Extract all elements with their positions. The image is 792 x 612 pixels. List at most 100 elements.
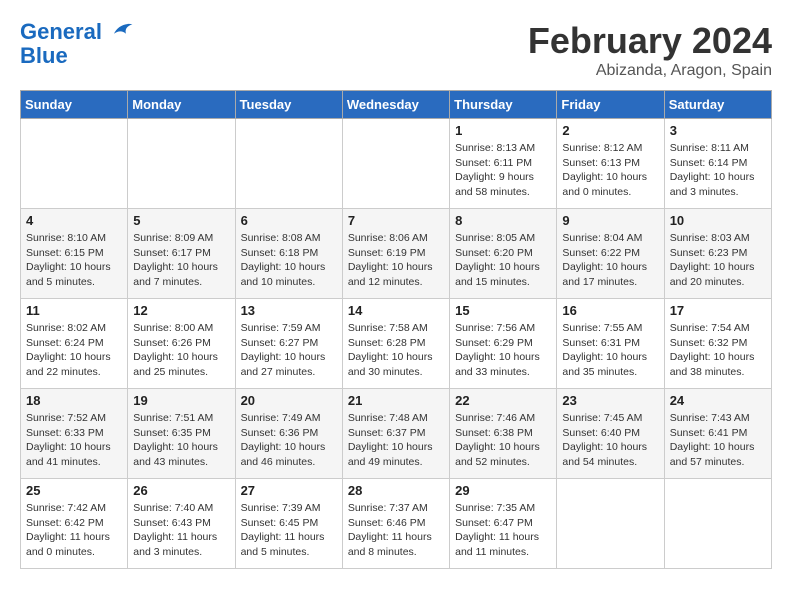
day-detail: Sunrise: 7:46 AMSunset: 6:38 PMDaylight:…	[455, 411, 551, 470]
calendar-cell: 18 Sunrise: 7:52 AMSunset: 6:33 PMDaylig…	[21, 389, 128, 479]
day-number: 9	[562, 213, 658, 228]
day-detail: Sunrise: 8:13 AMSunset: 6:11 PMDaylight:…	[455, 141, 551, 200]
calendar-table: SundayMondayTuesdayWednesdayThursdayFrid…	[20, 90, 772, 569]
calendar-cell: 8 Sunrise: 8:05 AMSunset: 6:20 PMDayligh…	[450, 209, 557, 299]
calendar-cell: 27 Sunrise: 7:39 AMSunset: 6:45 PMDaylig…	[235, 479, 342, 569]
day-detail: Sunrise: 7:56 AMSunset: 6:29 PMDaylight:…	[455, 321, 551, 380]
day-detail: Sunrise: 7:37 AMSunset: 6:46 PMDaylight:…	[348, 501, 444, 560]
calendar-cell: 23 Sunrise: 7:45 AMSunset: 6:40 PMDaylig…	[557, 389, 664, 479]
day-number: 17	[670, 303, 766, 318]
day-detail: Sunrise: 8:04 AMSunset: 6:22 PMDaylight:…	[562, 231, 658, 290]
day-number: 5	[133, 213, 229, 228]
day-detail: Sunrise: 8:05 AMSunset: 6:20 PMDaylight:…	[455, 231, 551, 290]
day-detail: Sunrise: 7:49 AMSunset: 6:36 PMDaylight:…	[241, 411, 337, 470]
day-number: 3	[670, 123, 766, 138]
calendar-cell: 14 Sunrise: 7:58 AMSunset: 6:28 PMDaylig…	[342, 299, 449, 389]
day-detail: Sunrise: 7:58 AMSunset: 6:28 PMDaylight:…	[348, 321, 444, 380]
day-detail: Sunrise: 7:59 AMSunset: 6:27 PMDaylight:…	[241, 321, 337, 380]
day-number: 25	[26, 483, 122, 498]
calendar-cell: 16 Sunrise: 7:55 AMSunset: 6:31 PMDaylig…	[557, 299, 664, 389]
calendar-header-saturday: Saturday	[664, 91, 771, 119]
day-number: 14	[348, 303, 444, 318]
day-detail: Sunrise: 7:40 AMSunset: 6:43 PMDaylight:…	[133, 501, 229, 560]
day-number: 24	[670, 393, 766, 408]
day-detail: Sunrise: 8:03 AMSunset: 6:23 PMDaylight:…	[670, 231, 766, 290]
logo-bird-icon	[110, 19, 134, 39]
calendar-week-row: 25 Sunrise: 7:42 AMSunset: 6:42 PMDaylig…	[21, 479, 772, 569]
day-detail: Sunrise: 7:39 AMSunset: 6:45 PMDaylight:…	[241, 501, 337, 560]
calendar-cell: 5 Sunrise: 8:09 AMSunset: 6:17 PMDayligh…	[128, 209, 235, 299]
day-detail: Sunrise: 8:10 AMSunset: 6:15 PMDaylight:…	[26, 231, 122, 290]
calendar-cell: 25 Sunrise: 7:42 AMSunset: 6:42 PMDaylig…	[21, 479, 128, 569]
day-detail: Sunrise: 7:45 AMSunset: 6:40 PMDaylight:…	[562, 411, 658, 470]
calendar-cell: 21 Sunrise: 7:48 AMSunset: 6:37 PMDaylig…	[342, 389, 449, 479]
calendar-header-thursday: Thursday	[450, 91, 557, 119]
month-title: February 2024	[528, 20, 772, 62]
calendar-week-row: 11 Sunrise: 8:02 AMSunset: 6:24 PMDaylig…	[21, 299, 772, 389]
day-number: 29	[455, 483, 551, 498]
calendar-cell: 17 Sunrise: 7:54 AMSunset: 6:32 PMDaylig…	[664, 299, 771, 389]
day-detail: Sunrise: 7:51 AMSunset: 6:35 PMDaylight:…	[133, 411, 229, 470]
calendar-cell: 7 Sunrise: 8:06 AMSunset: 6:19 PMDayligh…	[342, 209, 449, 299]
day-number: 21	[348, 393, 444, 408]
calendar-header-sunday: Sunday	[21, 91, 128, 119]
day-number: 28	[348, 483, 444, 498]
calendar-cell: 11 Sunrise: 8:02 AMSunset: 6:24 PMDaylig…	[21, 299, 128, 389]
day-number: 4	[26, 213, 122, 228]
day-number: 6	[241, 213, 337, 228]
calendar-cell: 2 Sunrise: 8:12 AMSunset: 6:13 PMDayligh…	[557, 119, 664, 209]
day-number: 11	[26, 303, 122, 318]
calendar-cell: 1 Sunrise: 8:13 AMSunset: 6:11 PMDayligh…	[450, 119, 557, 209]
day-detail: Sunrise: 7:35 AMSunset: 6:47 PMDaylight:…	[455, 501, 551, 560]
day-detail: Sunrise: 7:54 AMSunset: 6:32 PMDaylight:…	[670, 321, 766, 380]
day-number: 22	[455, 393, 551, 408]
calendar-cell: 26 Sunrise: 7:40 AMSunset: 6:43 PMDaylig…	[128, 479, 235, 569]
calendar-cell: 19 Sunrise: 7:51 AMSunset: 6:35 PMDaylig…	[128, 389, 235, 479]
day-number: 10	[670, 213, 766, 228]
calendar-cell: 24 Sunrise: 7:43 AMSunset: 6:41 PMDaylig…	[664, 389, 771, 479]
day-detail: Sunrise: 8:12 AMSunset: 6:13 PMDaylight:…	[562, 141, 658, 200]
day-detail: Sunrise: 8:00 AMSunset: 6:26 PMDaylight:…	[133, 321, 229, 380]
day-detail: Sunrise: 8:02 AMSunset: 6:24 PMDaylight:…	[26, 321, 122, 380]
day-detail: Sunrise: 7:52 AMSunset: 6:33 PMDaylight:…	[26, 411, 122, 470]
calendar-cell: 3 Sunrise: 8:11 AMSunset: 6:14 PMDayligh…	[664, 119, 771, 209]
calendar-cell: 12 Sunrise: 8:00 AMSunset: 6:26 PMDaylig…	[128, 299, 235, 389]
calendar-header-tuesday: Tuesday	[235, 91, 342, 119]
calendar-cell	[128, 119, 235, 209]
calendar-cell: 15 Sunrise: 7:56 AMSunset: 6:29 PMDaylig…	[450, 299, 557, 389]
title-block: February 2024 Abizanda, Aragon, Spain	[528, 20, 772, 80]
day-number: 12	[133, 303, 229, 318]
day-number: 13	[241, 303, 337, 318]
calendar-header-friday: Friday	[557, 91, 664, 119]
location: Abizanda, Aragon, Spain	[528, 62, 772, 80]
calendar-header-monday: Monday	[128, 91, 235, 119]
day-number: 27	[241, 483, 337, 498]
day-number: 16	[562, 303, 658, 318]
logo: General Blue	[20, 20, 134, 68]
day-number: 20	[241, 393, 337, 408]
calendar-cell: 29 Sunrise: 7:35 AMSunset: 6:47 PMDaylig…	[450, 479, 557, 569]
calendar-cell: 10 Sunrise: 8:03 AMSunset: 6:23 PMDaylig…	[664, 209, 771, 299]
calendar-cell: 22 Sunrise: 7:46 AMSunset: 6:38 PMDaylig…	[450, 389, 557, 479]
logo-blue: Blue	[20, 43, 68, 68]
calendar-cell	[664, 479, 771, 569]
calendar-week-row: 1 Sunrise: 8:13 AMSunset: 6:11 PMDayligh…	[21, 119, 772, 209]
day-detail: Sunrise: 8:09 AMSunset: 6:17 PMDaylight:…	[133, 231, 229, 290]
calendar-cell	[557, 479, 664, 569]
calendar-cell	[235, 119, 342, 209]
day-detail: Sunrise: 8:06 AMSunset: 6:19 PMDaylight:…	[348, 231, 444, 290]
page-header: General Blue February 2024 Abizanda, Ara…	[20, 20, 772, 80]
day-number: 8	[455, 213, 551, 228]
calendar-cell: 4 Sunrise: 8:10 AMSunset: 6:15 PMDayligh…	[21, 209, 128, 299]
calendar-cell: 13 Sunrise: 7:59 AMSunset: 6:27 PMDaylig…	[235, 299, 342, 389]
day-number: 7	[348, 213, 444, 228]
calendar-header-row: SundayMondayTuesdayWednesdayThursdayFrid…	[21, 91, 772, 119]
day-number: 15	[455, 303, 551, 318]
calendar-header-wednesday: Wednesday	[342, 91, 449, 119]
day-number: 2	[562, 123, 658, 138]
day-detail: Sunrise: 7:43 AMSunset: 6:41 PMDaylight:…	[670, 411, 766, 470]
calendar-cell: 6 Sunrise: 8:08 AMSunset: 6:18 PMDayligh…	[235, 209, 342, 299]
day-detail: Sunrise: 7:55 AMSunset: 6:31 PMDaylight:…	[562, 321, 658, 380]
day-number: 1	[455, 123, 551, 138]
day-number: 26	[133, 483, 229, 498]
